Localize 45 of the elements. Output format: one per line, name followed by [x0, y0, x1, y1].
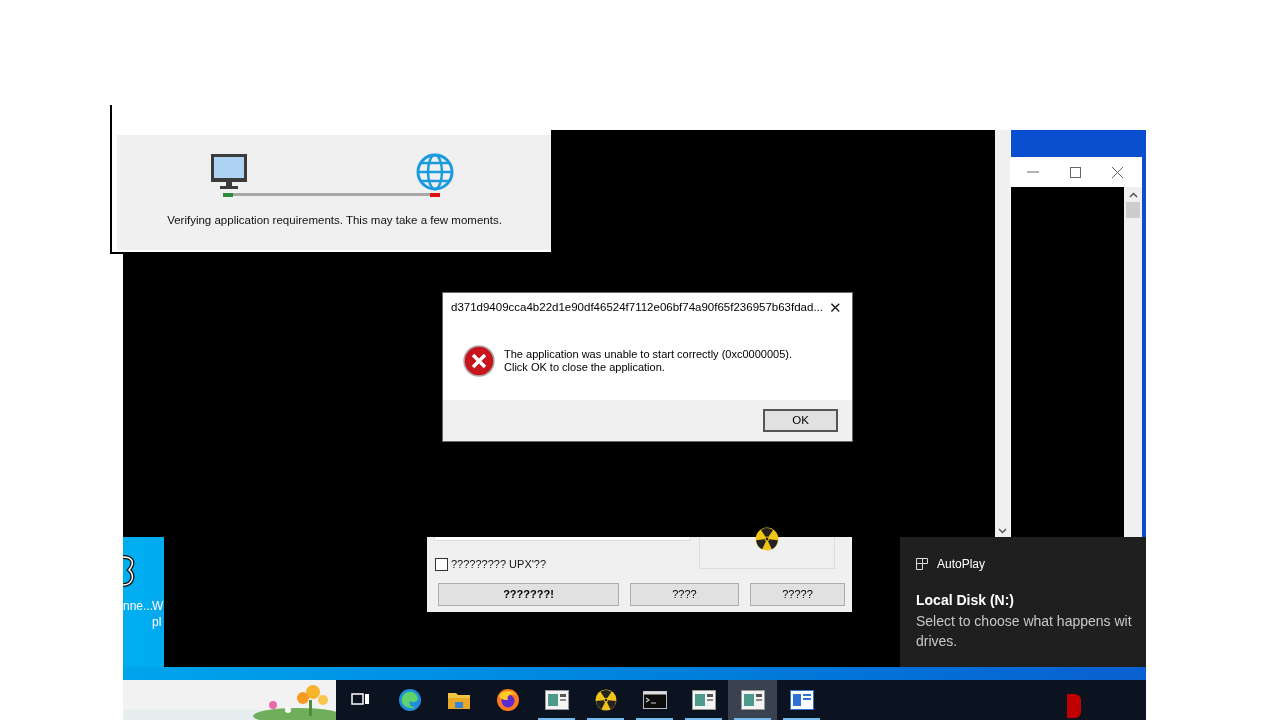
error-message: The application was unable to start correctly (0xc0000005). Click OK to close the application.: [504, 348, 792, 374]
autoplay-icon: [916, 558, 928, 570]
scrollbar[interactable]: [995, 130, 1010, 537]
dialog-button[interactable]: ???????!: [438, 583, 619, 606]
firefox-icon: [495, 688, 520, 712]
dialog-button[interactable]: ????: [630, 583, 739, 606]
running-indicator: [783, 718, 820, 720]
notification-app-name: AutoPlay: [937, 556, 986, 573]
chevron-down-icon: [998, 528, 1007, 534]
error-icon: [463, 345, 495, 377]
monitor-icon: [209, 153, 250, 198]
window-icon: [740, 690, 765, 710]
folder-icon: [446, 690, 471, 710]
window-icon: [789, 690, 814, 710]
checkbox-label: ????????? UPX'??: [451, 557, 547, 572]
globe-icon: [414, 153, 455, 198]
close-button[interactable]: ✕: [827, 300, 844, 315]
autoplay-notification[interactable]: AutoPlay Local Disk (N:) Select to choose what happens wit drives.: [900, 537, 1146, 667]
dialog-button[interactable]: ?????: [750, 583, 845, 606]
taskbar-button[interactable]: [728, 680, 777, 720]
status-message: Verifying application requirements. This may take a few moments.: [167, 213, 502, 228]
running-indicator: [587, 718, 624, 720]
ok-button[interactable]: OK: [763, 409, 838, 432]
radiation-icon: [594, 689, 617, 711]
console-icon: [642, 691, 667, 709]
running-indicator: [734, 718, 771, 720]
scrollbar[interactable]: [1124, 187, 1142, 537]
close-icon[interactable]: [1111, 166, 1123, 178]
running-indicator: [538, 718, 575, 720]
dialog-title: d371d9409cca4b22d1e90df46524f7112e06bf74a90f65f236957b63fdad...: [451, 299, 823, 315]
window-icon: [691, 690, 716, 710]
window-icon: [544, 690, 569, 710]
notification-body: Select to choose what happens wit drives.: [916, 612, 1133, 651]
scrollbar-thumb[interactable]: [1126, 202, 1140, 218]
desktop-icon: [123, 555, 135, 587]
browser-icon: [397, 688, 422, 712]
running-indicator: [636, 718, 673, 720]
chevron-up-icon: [1128, 192, 1138, 198]
maximize-icon[interactable]: [1069, 166, 1081, 178]
task-view-icon: [350, 692, 371, 708]
notification-title: Local Disk (N:): [916, 591, 1015, 610]
radiation-icon: [755, 527, 779, 551]
running-indicator: [685, 718, 722, 720]
checkbox[interactable]: [435, 557, 448, 571]
tray-icon: [1067, 694, 1081, 718]
